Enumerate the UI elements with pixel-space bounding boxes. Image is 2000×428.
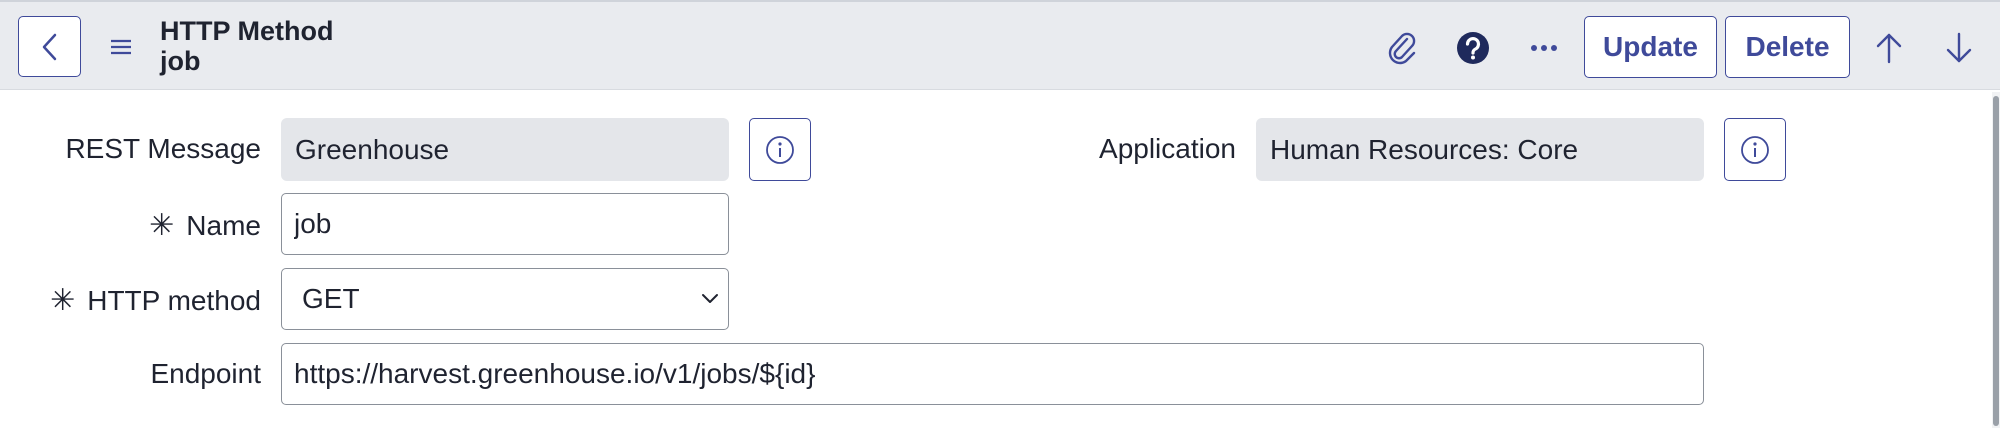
arrow-up-icon xyxy=(1876,33,1902,64)
context-menu-button[interactable] xyxy=(104,30,138,64)
arrow-down-icon xyxy=(1946,32,1972,63)
back-icon xyxy=(42,33,56,60)
http-method-select[interactable]: GET xyxy=(281,268,729,330)
hamburger-menu-icon xyxy=(111,39,131,55)
back-button[interactable] xyxy=(18,16,81,77)
info-icon xyxy=(1741,135,1769,164)
http-method-selected-value: GET xyxy=(302,283,360,314)
chevron-down-icon xyxy=(702,294,718,303)
rest-message-label: REST Message xyxy=(65,133,261,164)
record-type-title: HTTP Method xyxy=(160,16,334,46)
help-button[interactable] xyxy=(1451,26,1495,70)
rest-message-field: Greenhouse xyxy=(281,118,729,181)
name-label: ✳ Name xyxy=(149,208,261,243)
update-button[interactable]: Update xyxy=(1584,16,1717,78)
required-indicator-icon: ✳ xyxy=(149,209,175,242)
more-icon xyxy=(1531,45,1557,51)
http-method-label: ✳ HTTP method xyxy=(50,283,261,318)
previous-record-button[interactable] xyxy=(1867,26,1911,70)
next-record-button[interactable] xyxy=(1937,26,1981,70)
record-name-subtitle: job xyxy=(160,46,201,76)
application-field: Human Resources: Core xyxy=(1256,118,1704,181)
attachment-button[interactable] xyxy=(1380,26,1424,70)
required-indicator-icon: ✳ xyxy=(50,284,76,317)
info-icon xyxy=(766,135,794,164)
http-method-label-text: HTTP method xyxy=(87,285,261,316)
paperclip-icon xyxy=(1388,32,1416,65)
delete-button[interactable]: Delete xyxy=(1725,16,1850,78)
more-options-button[interactable] xyxy=(1522,26,1566,70)
name-label-text: Name xyxy=(186,210,261,241)
endpoint-label: Endpoint xyxy=(150,358,261,389)
application-label: Application xyxy=(1099,133,1236,164)
page-scrollbar-thumb[interactable] xyxy=(1993,96,1999,426)
page-title: HTTP Method job xyxy=(160,16,333,76)
application-info-button[interactable] xyxy=(1724,118,1786,181)
form-header: HTTP Method job Update Delete xyxy=(0,0,2000,90)
endpoint-input[interactable] xyxy=(281,343,1704,405)
rest-message-info-button[interactable] xyxy=(749,118,811,181)
name-input[interactable] xyxy=(281,193,729,255)
help-icon xyxy=(1457,32,1489,64)
